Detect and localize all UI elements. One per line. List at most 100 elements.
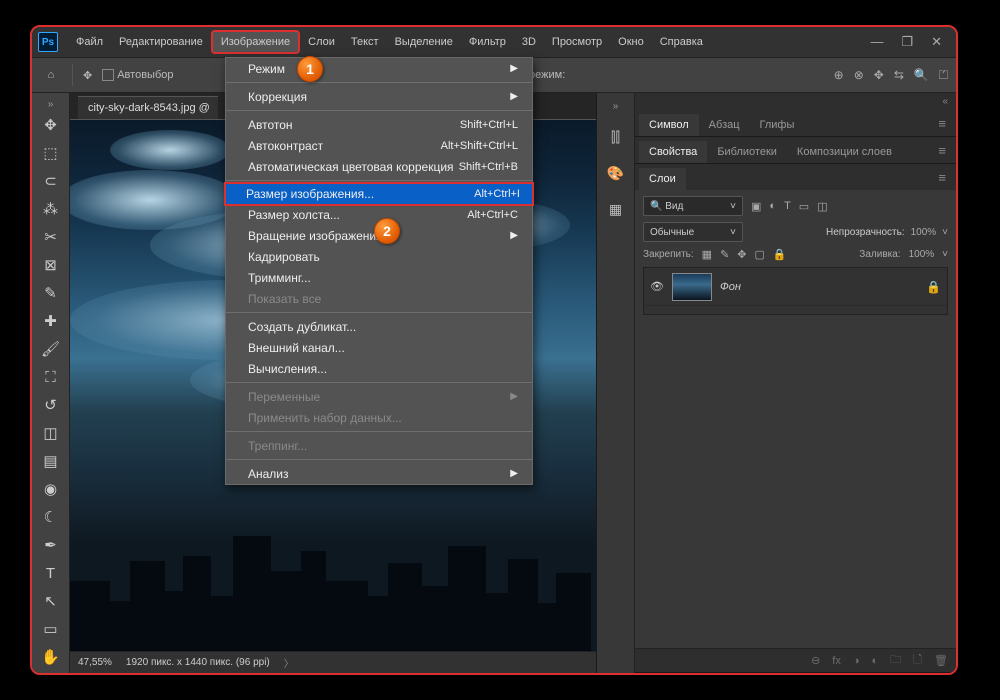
new-layer-icon[interactable]: 🗋 bbox=[913, 651, 922, 670]
adjustment-icon[interactable]: ◐ bbox=[872, 655, 879, 667]
dodge-tool-icon[interactable]: ☾ bbox=[37, 504, 65, 530]
shape-tool-icon[interactable]: ▭ bbox=[37, 616, 65, 642]
lock-pixels-icon[interactable]: ▦ bbox=[702, 248, 712, 261]
menu-trim[interactable]: Тримминг... bbox=[226, 267, 532, 288]
wide-collapse[interactable]: « bbox=[635, 93, 956, 110]
menu-image[interactable]: Изображение bbox=[211, 30, 300, 54]
menu-duplicate[interactable]: Создать дубликат... bbox=[226, 316, 532, 337]
lock-all-icon[interactable]: 🔒 bbox=[773, 248, 787, 261]
3d-orbit-icon[interactable]: ⊕ bbox=[834, 68, 844, 82]
frame-tool-icon[interactable]: ⊠ bbox=[37, 252, 65, 278]
crop-tool-icon[interactable]: ✂ bbox=[37, 224, 65, 250]
menu-autocolor[interactable]: Автоматическая цветовая коррекцияShift+C… bbox=[226, 156, 532, 177]
home-button[interactable]: ⌂ bbox=[40, 64, 62, 86]
mask-icon[interactable]: ◑ bbox=[853, 655, 860, 667]
menu-calculations[interactable]: Вычисления... bbox=[226, 358, 532, 379]
menu-text[interactable]: Текст bbox=[343, 32, 387, 52]
tab-symbol[interactable]: Символ bbox=[639, 114, 699, 136]
layer-row[interactable]: 👁 Фон 🔒 bbox=[644, 268, 947, 306]
tab-paragraph[interactable]: Абзац bbox=[699, 114, 750, 136]
menu-autocontrast[interactable]: АвтоконтрастAlt+Shift+Ctrl+L bbox=[226, 135, 532, 156]
move-tool-icon[interactable]: ✥ bbox=[37, 112, 65, 138]
histogram-icon[interactable]: ⫿⫿ bbox=[605, 126, 627, 148]
window-minimize[interactable]: — bbox=[870, 34, 883, 50]
3d-slide-icon[interactable]: ⇆ bbox=[894, 68, 904, 82]
menu-analysis[interactable]: Анализ▶ bbox=[226, 463, 532, 484]
menu-adjustments[interactable]: Коррекция▶ bbox=[226, 86, 532, 107]
layer-thumb[interactable] bbox=[672, 273, 712, 301]
lock-artboard-icon[interactable]: ▢ bbox=[755, 248, 765, 261]
3d-zoom-icon[interactable]: 🔍 bbox=[914, 68, 929, 82]
lock-brush-icon[interactable]: ✎ bbox=[720, 248, 729, 261]
wand-tool-icon[interactable]: ⁂ bbox=[37, 196, 65, 222]
lock-label: Закрепить: bbox=[643, 249, 694, 260]
tab-layers[interactable]: Слои bbox=[639, 168, 686, 190]
lasso-tool-icon[interactable]: ⊂ bbox=[37, 168, 65, 194]
eraser-tool-icon[interactable]: ◫ bbox=[37, 420, 65, 446]
filter-text-icon[interactable]: T bbox=[784, 200, 791, 212]
stamp-tool-icon[interactable]: ⛶ bbox=[37, 364, 65, 390]
panel-menu[interactable]: ≡ bbox=[930, 165, 956, 190]
menu-image-size[interactable]: Размер изображения...Alt+Ctrl+I bbox=[224, 182, 534, 206]
menu-help[interactable]: Справка bbox=[652, 32, 711, 52]
blur-tool-icon[interactable]: ◉ bbox=[37, 476, 65, 502]
group-icon[interactable]: 🗀 bbox=[890, 651, 901, 670]
marquee-tool-icon[interactable]: ⬚ bbox=[37, 140, 65, 166]
tab-libraries[interactable]: Библиотеки bbox=[707, 141, 787, 163]
fill-value[interactable]: 100% bbox=[909, 249, 935, 260]
menu-file[interactable]: Файл bbox=[68, 32, 111, 52]
zoom-level[interactable]: 47,55% bbox=[78, 657, 112, 668]
menu-layers[interactable]: Слои bbox=[300, 32, 343, 52]
opacity-value[interactable]: 100% bbox=[911, 227, 937, 238]
3d-roll-icon[interactable]: ⊗ bbox=[854, 68, 864, 82]
window-restore[interactable]: ❐ bbox=[901, 34, 913, 50]
lock-move-icon[interactable]: ✥ bbox=[737, 248, 746, 261]
fx-icon[interactable]: fx bbox=[832, 655, 841, 667]
status-more[interactable]: 〉 bbox=[284, 655, 294, 670]
hand-tool-icon[interactable]: ✋ bbox=[37, 644, 65, 670]
auto-select-checkbox[interactable] bbox=[102, 69, 114, 81]
filter-smart-icon[interactable]: ◫ bbox=[817, 200, 827, 213]
eyedropper-tool-icon[interactable]: ✎ bbox=[37, 280, 65, 306]
menu-3d[interactable]: 3D bbox=[514, 32, 544, 52]
gradient-tool-icon[interactable]: ▤ bbox=[37, 448, 65, 474]
visibility-icon[interactable]: 👁 bbox=[650, 280, 664, 293]
menu-crop[interactable]: Кадрировать bbox=[226, 246, 532, 267]
document-tab[interactable]: city-sky-dark-8543.jpg @ bbox=[78, 96, 218, 119]
tab-glyphs[interactable]: Глифы bbox=[750, 114, 805, 136]
menu-applyimage[interactable]: Внешний канал... bbox=[226, 337, 532, 358]
share-icon[interactable]: ⏍ bbox=[939, 68, 948, 83]
swatches-icon[interactable]: ▦ bbox=[605, 198, 627, 220]
tab-layercomps[interactable]: Композиции слоев bbox=[787, 141, 902, 163]
type-tool-icon[interactable]: T bbox=[37, 560, 65, 586]
menu-window[interactable]: Окно bbox=[610, 32, 652, 52]
tab-properties[interactable]: Свойства bbox=[639, 141, 707, 163]
menu-view[interactable]: Просмотр bbox=[544, 32, 610, 52]
window-close[interactable]: ✕ bbox=[931, 34, 942, 50]
link-layers-icon[interactable]: ⊖ bbox=[811, 654, 820, 667]
panels-collapse[interactable]: » bbox=[613, 101, 619, 112]
brush-tool-icon[interactable]: 🖌 bbox=[37, 336, 65, 362]
filter-img-icon[interactable]: ▣ bbox=[751, 200, 761, 213]
pen-tool-icon[interactable]: ✒ bbox=[37, 532, 65, 558]
menu-autotone[interactable]: АвтотонShift+Ctrl+L bbox=[226, 114, 532, 135]
panel-menu[interactable]: ≡ bbox=[930, 138, 956, 163]
filter-adj-icon[interactable]: ◐ bbox=[769, 200, 776, 212]
path-tool-icon[interactable]: ↖ bbox=[37, 588, 65, 614]
layer-name[interactable]: Фон bbox=[720, 281, 918, 293]
callout-1: 1 bbox=[297, 56, 323, 82]
filter-shape-icon[interactable]: ▭ bbox=[799, 200, 809, 213]
history-tool-icon[interactable]: ↺ bbox=[37, 392, 65, 418]
menu-edit[interactable]: Редактирование bbox=[111, 32, 211, 52]
menu-mode[interactable]: Режим▶ bbox=[226, 58, 532, 79]
menu-filter[interactable]: Фильтр bbox=[461, 32, 514, 52]
blend-mode-select[interactable]: Обычные˅ bbox=[643, 222, 743, 242]
menu-select[interactable]: Выделение bbox=[387, 32, 461, 52]
layer-filter-input[interactable]: 🔍 Вид˅ bbox=[643, 196, 743, 216]
panel-menu[interactable]: ≡ bbox=[930, 111, 956, 136]
color-icon[interactable]: 🎨 bbox=[605, 162, 627, 184]
toolbar-collapse[interactable]: » bbox=[48, 99, 54, 110]
3d-pan-icon[interactable]: ✥ bbox=[874, 68, 884, 82]
trash-icon[interactable]: 🗑 bbox=[934, 654, 948, 667]
heal-tool-icon[interactable]: ✚ bbox=[37, 308, 65, 334]
